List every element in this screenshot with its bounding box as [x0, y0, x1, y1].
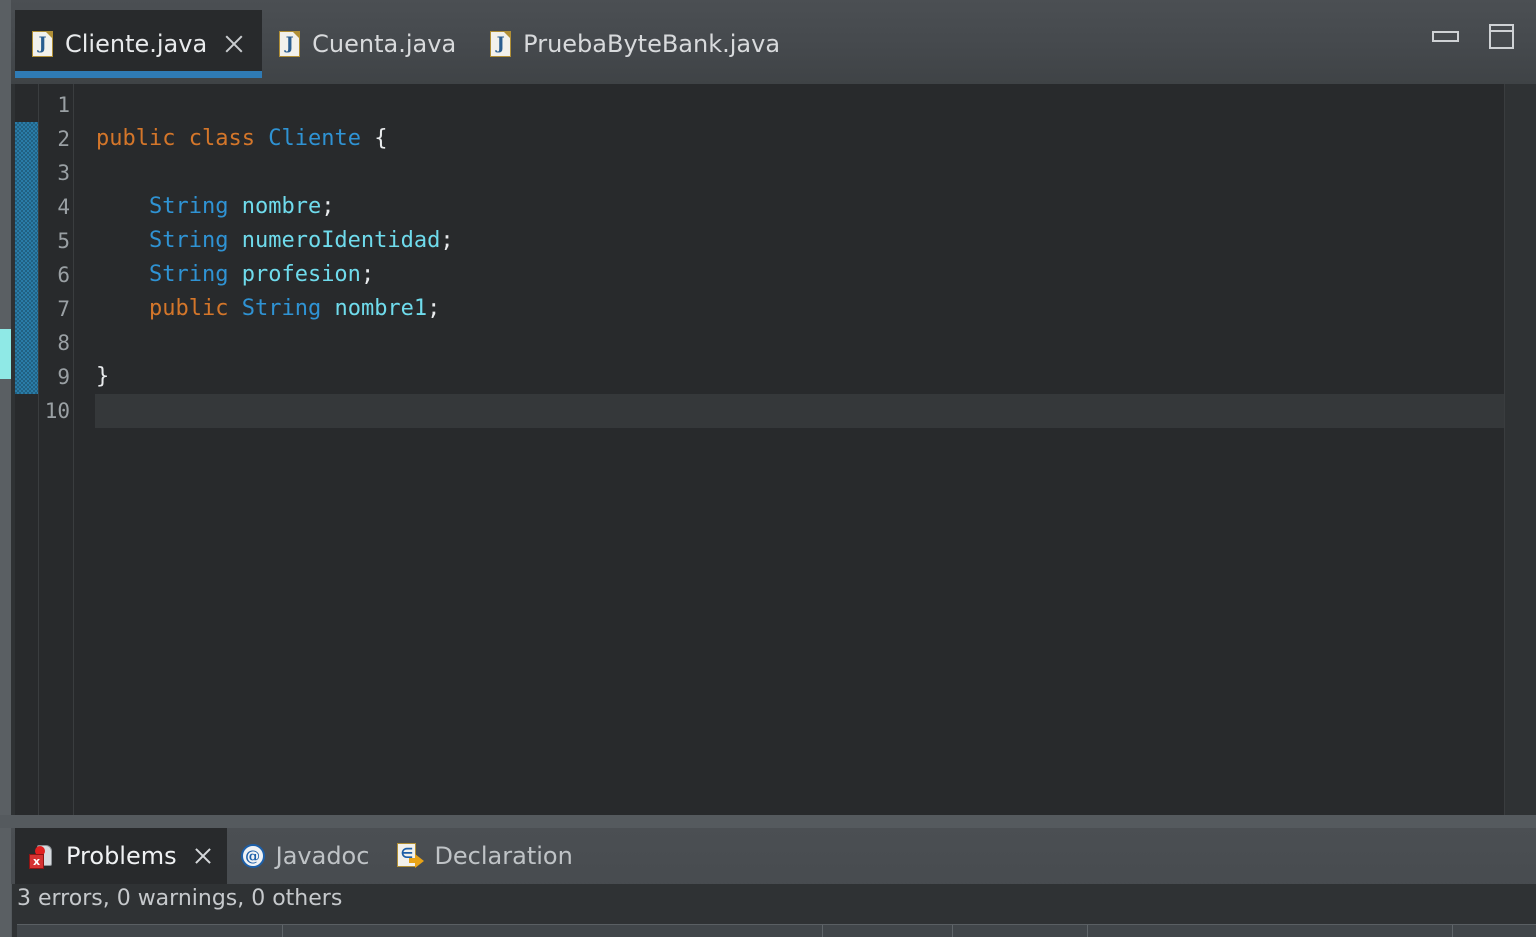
code-line: String profesion; [96, 258, 374, 292]
editor-tab-label: Cuenta.java [312, 30, 457, 58]
code-token-punc: ; [321, 194, 335, 219]
bottom-tab-javadoc[interactable]: @ Javadoc [227, 828, 384, 884]
code-token-kw: class [188, 126, 255, 151]
editor-tabs-row: J Cliente.java J Cuenta.java J PruebaByteBank… [15, 10, 797, 78]
code-line: public class Cliente { [96, 122, 387, 156]
editor-right-edge [1504, 84, 1536, 815]
code-token-type: String [148, 194, 229, 219]
line-number: 4 [57, 195, 70, 219]
eclipse-ide-window: J Cliente.java J Cuenta.java J PruebaByteBank… [0, 0, 1536, 937]
java-file-icon: J [32, 31, 53, 57]
code-line: public String nombre1; [96, 292, 440, 326]
code-token-var: nombre [241, 194, 322, 219]
tabbar-left-strip [0, 0, 11, 84]
code-line: String numeroIdentidad; [96, 224, 454, 258]
current-line-highlight [95, 394, 1505, 428]
line-number: 10 [44, 399, 70, 423]
java-file-icon: J [279, 31, 301, 57]
code-token-punc: } [96, 364, 110, 389]
editor-tab-cliente-java[interactable]: J Cliente.java [15, 10, 263, 78]
column-divider[interactable] [952, 925, 953, 937]
line-number: 3 [57, 161, 70, 185]
declaration-icon: ∈ [397, 843, 425, 869]
code-token-type: String [241, 296, 322, 321]
line-number: 8 [57, 331, 70, 355]
quick-diff-change-bar [15, 122, 38, 394]
window-buttons [1432, 24, 1514, 49]
code-editor[interactable]: 1 2 3 4 5 6 7 8 9 10 public class Cliente { Strin… [0, 84, 1536, 815]
bottom-left-strip [0, 828, 11, 937]
bottom-tab-problems[interactable]: x Problems [15, 828, 227, 884]
code-token-var: profesion [241, 262, 361, 287]
bottom-tab-declaration[interactable]: ∈ Declaration [383, 828, 586, 884]
line-number: 1 [57, 93, 70, 117]
code-token-punc: ; [427, 296, 441, 321]
editor-tab-cuenta-java[interactable]: J Cuenta.java [262, 10, 473, 78]
line-number: 2 [57, 127, 70, 151]
bottom-tab-label: Declaration [434, 842, 573, 870]
editor-tab-close-icon[interactable] [223, 33, 245, 55]
line-number: 5 [57, 229, 70, 253]
bottom-tabs-row: x Problems @ Javadoc ∈ Declaration [15, 828, 587, 884]
line-number: 9 [57, 365, 70, 389]
folding-column[interactable] [74, 84, 90, 815]
column-divider[interactable] [282, 925, 283, 937]
code-token-type: String [148, 262, 229, 287]
bottom-tab-close-icon[interactable] [193, 846, 213, 866]
problems-icon: x [29, 843, 55, 869]
editor-tab-label: Cliente.java [65, 30, 208, 58]
code-token-var: numeroIdentidad [241, 228, 441, 253]
line-number-ruler: 1 2 3 4 5 6 7 8 9 10 [39, 84, 74, 815]
maximize-icon[interactable] [1489, 24, 1514, 49]
code-token-kw: public [96, 126, 176, 151]
bottom-tab-label: Javadoc [275, 842, 370, 870]
code-token-type: Cliente [268, 126, 361, 151]
overview-ruler-marker[interactable] [0, 329, 11, 379]
editor-tab-bar: J Cliente.java J Cuenta.java J PruebaByteBank… [0, 0, 1536, 84]
code-token-punc: { [374, 126, 388, 151]
code-token-punc: ; [360, 262, 375, 287]
line-number: 7 [57, 297, 70, 321]
column-divider[interactable] [822, 925, 823, 937]
bottom-view-stack: x Problems @ Javadoc ∈ Declaration 3 errors, … [0, 828, 1536, 937]
code-line: String nombre; [96, 190, 334, 224]
code-token-kw: public [148, 296, 229, 321]
code-token-punc: ; [440, 228, 454, 253]
code-text-area[interactable]: public class Cliente { String nombre; St… [90, 84, 1505, 815]
overview-ruler[interactable] [0, 84, 11, 815]
editor-panel-sash[interactable] [0, 815, 1536, 828]
column-divider[interactable] [1087, 925, 1088, 937]
line-number: 6 [57, 263, 70, 287]
problems-view-content[interactable]: 3 errors, 0 warnings, 0 others [11, 884, 1536, 937]
problems-summary-label: 3 errors, 0 warnings, 0 others [17, 886, 343, 911]
bottom-tab-label: Problems [66, 842, 177, 870]
minimize-icon[interactable] [1432, 31, 1459, 42]
code-token-type: String [148, 228, 229, 253]
problems-table-header[interactable] [17, 924, 1536, 937]
column-divider[interactable] [1452, 925, 1453, 937]
code-line: } [96, 360, 109, 394]
editor-tab-pruebabytebank-java[interactable]: J PruebaByteBank.java [473, 10, 797, 78]
java-file-icon: J [490, 31, 512, 57]
code-token-var: nombre1 [334, 296, 428, 321]
editor-tab-label: PruebaByteBank.java [523, 30, 781, 58]
javadoc-at-icon: @ [240, 844, 265, 868]
